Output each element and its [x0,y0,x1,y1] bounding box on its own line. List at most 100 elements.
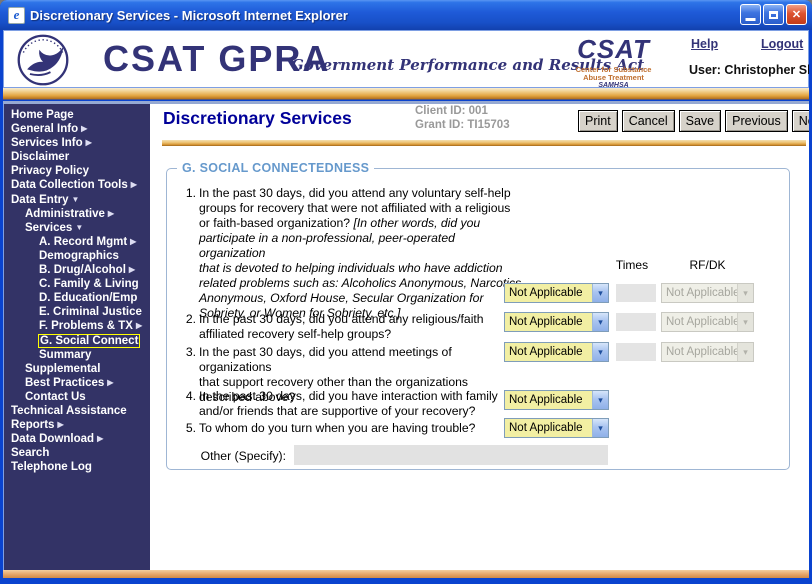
answer-select[interactable]: Not Applicable▾ [504,342,609,362]
sidebar-item[interactable]: Telephone Log [4,460,150,474]
sidebar-item[interactable]: F. Problems & TX▶ [4,319,150,333]
sidebar-item[interactable]: Home Page [4,108,150,122]
logout-link[interactable]: Logout [761,37,803,51]
sidebar-item-label: Contact Us [25,391,86,403]
sidebar-item-label: Telephone Log [11,461,92,473]
sidebar-item[interactable]: E. Criminal Justice [4,305,150,319]
sidebar-item-label: Disclaimer [11,151,69,163]
browser-window: e Discretionary Services - Microsoft Int… [0,0,812,584]
chevron-down-icon[interactable]: ▾ [592,419,608,437]
rfdk-select: Not Applicable▾ [661,312,754,332]
sidebar-item[interactable]: Data Collection Tools▶ [4,178,150,192]
sidebar-item[interactable]: Disclaimer [4,150,150,164]
chevron-down-icon[interactable]: ▾ [592,343,608,361]
sidebar-item[interactable]: Demographics [4,249,150,263]
sidebar-item[interactable]: B. Drug/Alcohol▶ [4,263,150,277]
chevron-right-icon: ▶ [131,180,137,189]
chevron-down-icon[interactable]: ▾ [592,313,608,331]
sidebar-item-label: E. Criminal Justice [39,306,142,318]
sidebar-item[interactable]: G. Social Connect [4,334,150,348]
chevron-right-icon: ▶ [130,237,136,246]
csat-logo: CSAT Center for Substance Abuse Treatmen… [566,34,661,89]
times-column-header: Times [607,258,657,272]
sidebar-item[interactable]: Services Info▶ [4,136,150,150]
sidebar-item[interactable]: General Info▶ [4,122,150,136]
sidebar-item[interactable]: Search [4,446,150,460]
ie-document-icon: e [8,7,25,24]
sidebar-item-label: Administrative [25,208,105,220]
chevron-right-icon: ▶ [129,265,135,274]
chevron-right-icon: ▶ [107,378,113,387]
sidebar-item[interactable]: Services▼ [4,221,150,235]
sidebar-item-label: Services [25,222,72,234]
select-value: Not Applicable [505,313,592,331]
chevron-down-icon: ▾ [737,343,753,361]
sidebar-item[interactable]: Privacy Policy [4,164,150,178]
select-value: Not Applicable [505,419,592,437]
sidebar-item[interactable]: Best Practices▶ [4,376,150,390]
chevron-right-icon: ▶ [136,321,142,330]
chevron-right-icon: ▶ [81,124,87,133]
sidebar-item[interactable]: Technical Assistance [4,404,150,418]
chevron-down-icon: ▼ [72,195,80,204]
answer-select[interactable]: Not Applicable▾ [504,390,609,410]
action-toolbar: PrintCancelSavePreviousNext [578,110,812,132]
chevron-right-icon: ▶ [97,434,103,443]
maximize-button[interactable] [763,4,784,25]
other-specify-input [294,445,608,465]
user-label: User: Christopher Shumway [689,63,812,77]
chevron-down-icon: ▼ [75,223,83,232]
help-link[interactable]: Help [691,37,718,51]
sidebar-item[interactable]: Data Entry▼ [4,193,150,207]
client-grant-ids: Client ID: 001 Grant ID: TI15703 [415,104,510,132]
previous-button[interactable]: Previous [725,110,788,132]
close-button[interactable]: ✕ [786,4,807,25]
sidebar-item[interactable]: Supplemental [4,362,150,376]
page-title: Discretionary Services [163,108,352,129]
sidebar-item[interactable]: Reports▶ [4,418,150,432]
save-button[interactable]: Save [679,110,722,132]
sidebar-item[interactable]: D. Education/Emp [4,291,150,305]
app-header: CSAT GPRA Government Performance and Res… [3,30,809,88]
other-specify-label: Other (Specify): [167,449,286,463]
sidebar-nav: Home PageGeneral Info▶Services Info▶Disc… [3,104,150,570]
question-text: 5.To whom do you turn when you are havin… [182,421,522,436]
chevron-down-icon[interactable]: ▾ [592,391,608,409]
question-text: 2.In the past 30 days, did you attend an… [182,312,522,342]
window-title: Discretionary Services - Microsoft Inter… [30,8,348,23]
sidebar-item[interactable]: A. Record Mgmt▶ [4,235,150,249]
answer-select[interactable]: Not Applicable▾ [504,418,609,438]
rfdk-select: Not Applicable▾ [661,342,754,362]
sidebar-item[interactable]: Contact Us [4,390,150,404]
select-value: Not Applicable [505,391,592,409]
sidebar-item-label: F. Problems & TX [39,320,133,332]
csat-logo-line2: Abuse Treatment [566,74,661,82]
chevron-right-icon: ▶ [86,138,92,147]
client-id: Client ID: 001 [415,104,510,118]
gold-separator [162,140,806,146]
select-value: Not Applicable [505,343,592,361]
answer-select[interactable]: Not Applicable▾ [504,312,609,332]
select-value: Not Applicable [662,284,737,302]
sidebar-item-label: Summary [39,349,91,361]
sidebar-item-label: Home Page [11,109,74,121]
chevron-right-icon: ▶ [57,420,63,429]
minimize-button[interactable]: ▬ [740,4,761,25]
window-border-left [0,30,3,578]
print-button[interactable]: Print [578,110,618,132]
chevron-right-icon: ▶ [108,209,114,218]
sidebar-item-label: G. Social Connect [39,335,139,347]
sidebar-item-label: Data Collection Tools [11,179,128,191]
sidebar-item[interactable]: Administrative▶ [4,207,150,221]
question-number: 1. [182,186,196,201]
question-body: In the past 30 days, did you have intera… [199,389,498,418]
sidebar-item[interactable]: C. Family & Living [4,277,150,291]
sidebar-item[interactable]: Data Download▶ [4,432,150,446]
question-number: 5. [182,421,196,436]
chevron-down-icon[interactable]: ▾ [592,284,608,302]
answer-select[interactable]: Not Applicable▾ [504,283,609,303]
question-number: 3. [182,345,196,360]
times-input [616,284,656,302]
cancel-button[interactable]: Cancel [622,110,675,132]
sidebar-item[interactable]: Summary [4,348,150,362]
